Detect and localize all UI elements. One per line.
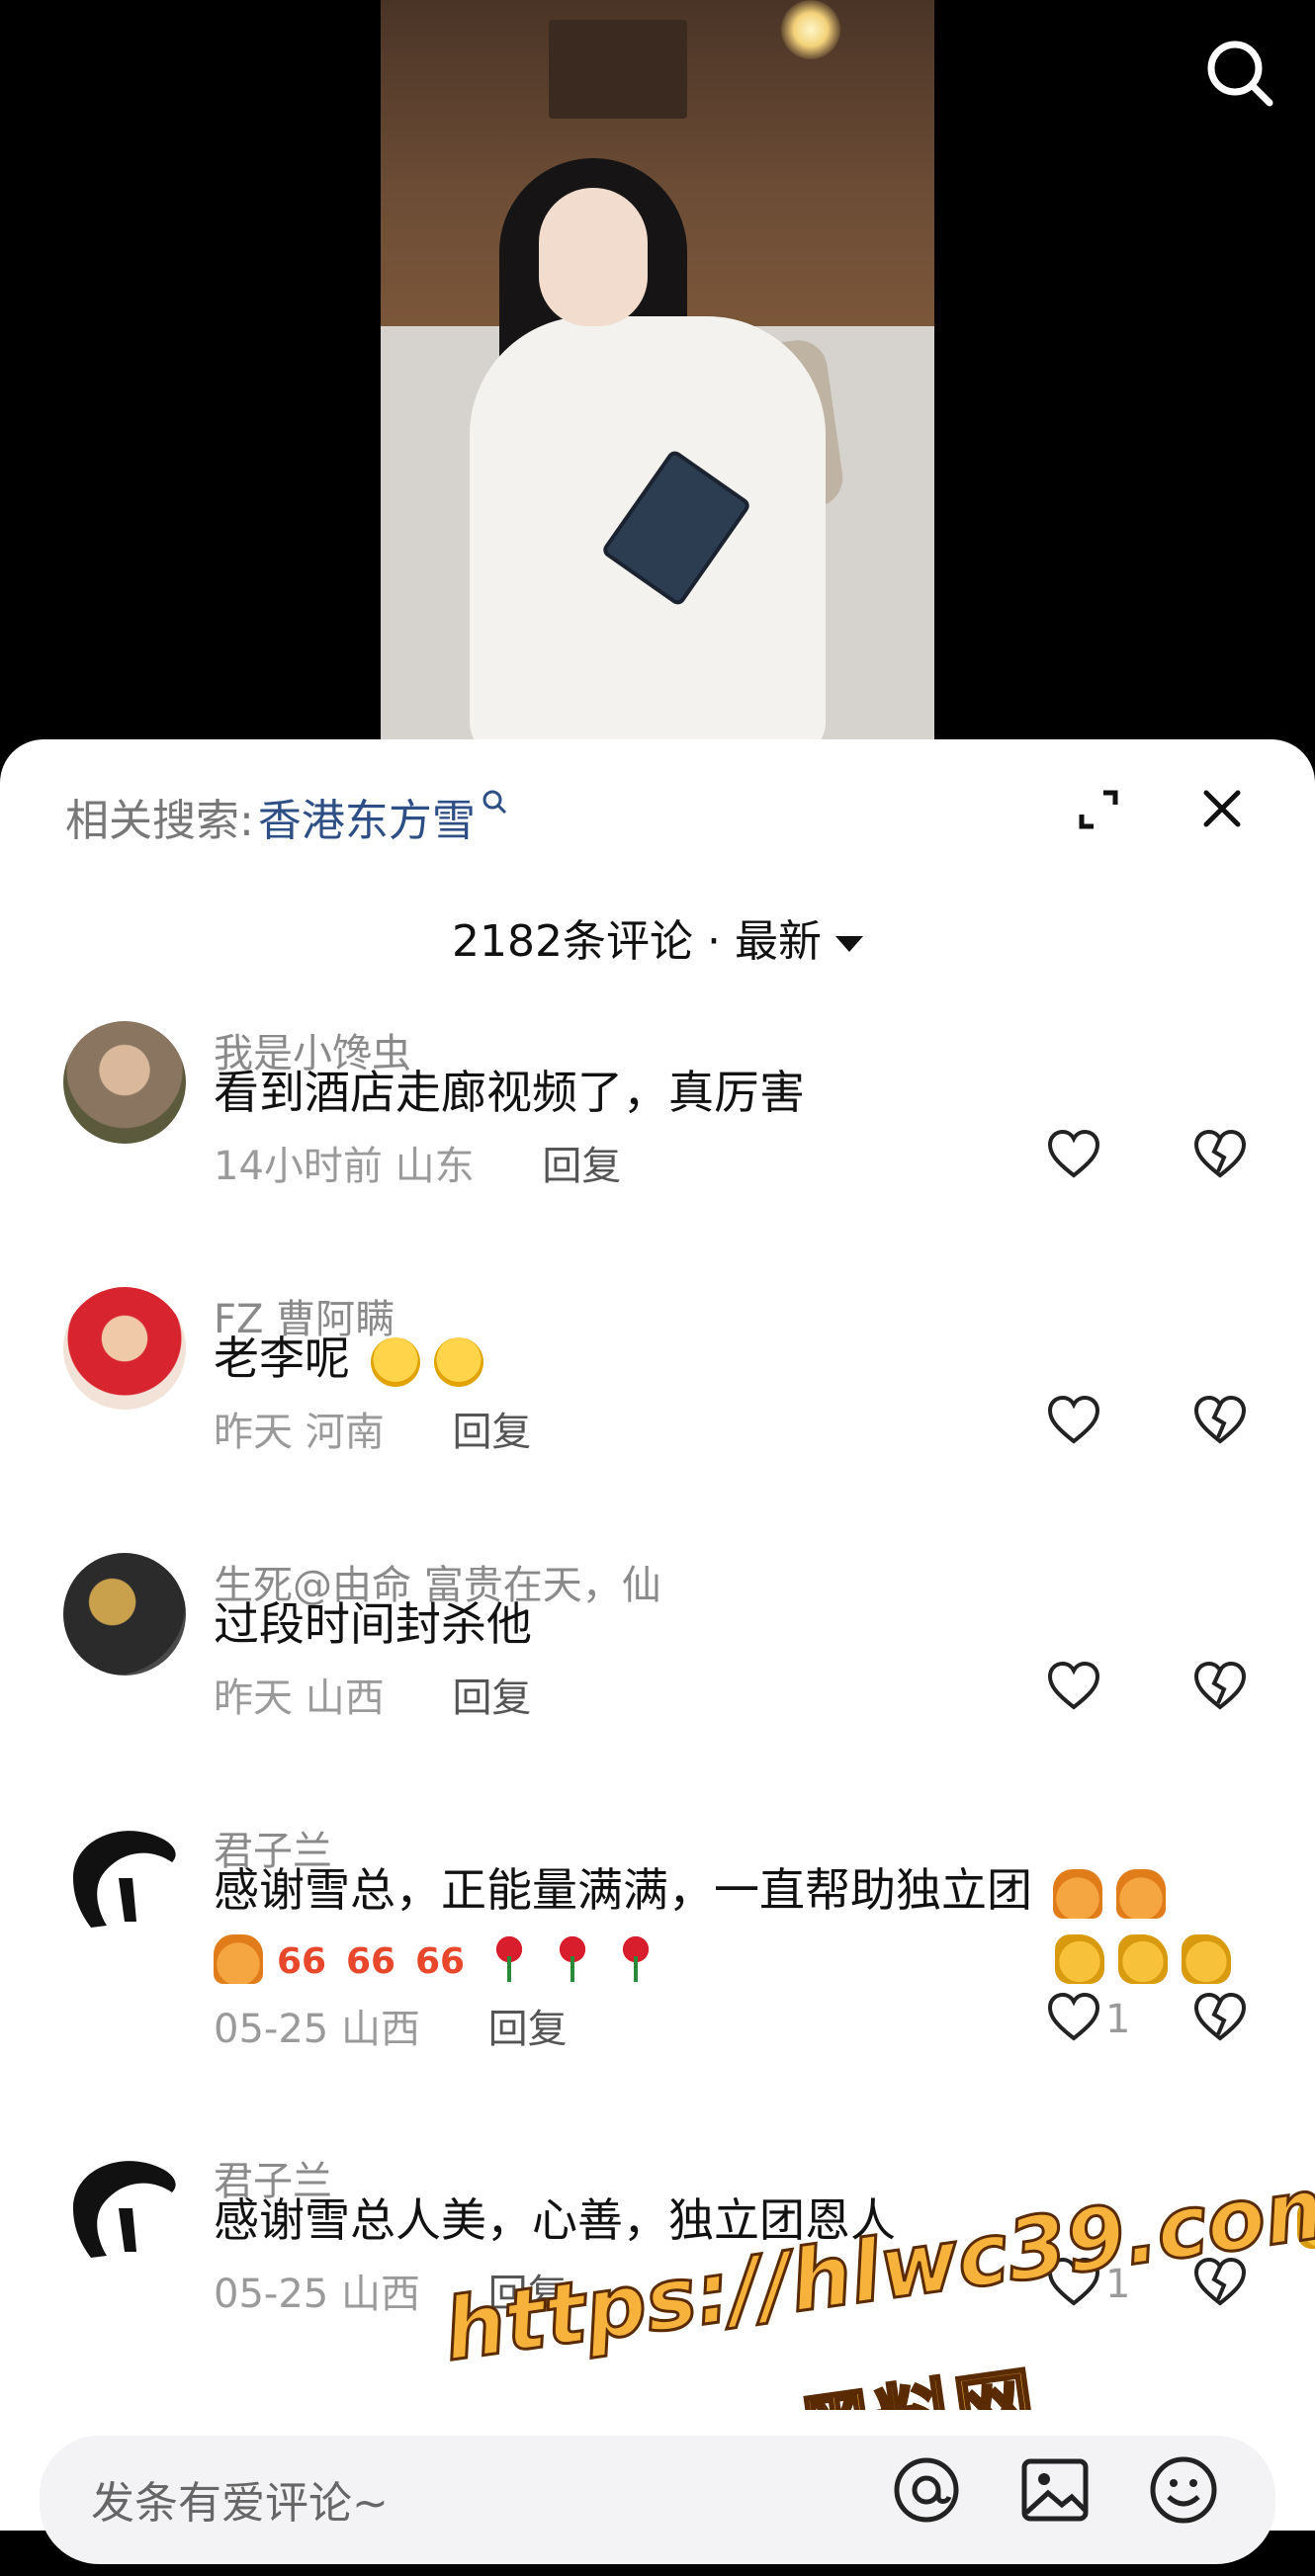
avatar[interactable] xyxy=(63,1021,186,1144)
comment-location: 河南 xyxy=(305,1410,385,1455)
comment-meta: 14小时前 山东 回复 xyxy=(214,1134,621,1191)
search-button[interactable] xyxy=(1202,36,1277,111)
emoji-icon[interactable] xyxy=(1147,2453,1220,2527)
reply-button[interactable]: 回复 xyxy=(452,1410,531,1455)
avatar[interactable] xyxy=(63,1287,186,1410)
heart-icon[interactable] xyxy=(1046,1394,1101,1449)
comment-location: 山东 xyxy=(394,1144,475,1189)
search-icon xyxy=(1207,41,1273,107)
sixsixsix-emoji-icon xyxy=(277,1931,332,1994)
heart-icon[interactable] xyxy=(1046,1991,1101,2046)
comment-time: 昨天 xyxy=(214,1675,293,1721)
comment-time: 05-25 xyxy=(214,2007,329,2052)
video-thumbnail xyxy=(381,0,934,761)
avatar-image xyxy=(73,2161,176,2258)
avatar[interactable] xyxy=(63,1553,186,1675)
avatar[interactable] xyxy=(63,2149,186,2272)
comment-location: 山西 xyxy=(340,2007,420,2052)
comment-meta: 昨天 河南 回复 xyxy=(214,1400,531,1457)
related-search[interactable]: 相关搜索:香港东方雪 xyxy=(65,785,507,848)
like-count: 1 xyxy=(1105,1997,1131,2042)
at-icon[interactable] xyxy=(890,2453,963,2527)
rose-emoji-icon xyxy=(484,1933,534,1984)
image-icon[interactable] xyxy=(1018,2453,1092,2527)
video-player[interactable] xyxy=(0,0,1315,761)
smile-emoji-icon xyxy=(370,1336,420,1387)
heart-icon[interactable] xyxy=(1046,1660,1101,1715)
pray-emoji-icon xyxy=(1115,1868,1166,1919)
avatar-image xyxy=(73,1831,176,1928)
broken-heart-icon[interactable] xyxy=(1192,1394,1248,1449)
comment-text: 看到酒店走廊视频了，真厉害 xyxy=(214,1066,805,1119)
sort-label[interactable]: 最新 xyxy=(735,916,822,967)
thumbs-up-emoji-icon xyxy=(1182,1933,1231,1984)
separator: · xyxy=(706,916,721,967)
heart-icon[interactable] xyxy=(1046,1128,1101,1183)
comment-meta: 05-25 山西 回复 xyxy=(214,1997,568,2054)
broken-heart-icon[interactable] xyxy=(1192,1991,1248,2046)
thumbs-up-emoji-icon xyxy=(1118,1933,1168,1984)
chevron-down-icon[interactable] xyxy=(834,936,863,952)
reply-button[interactable]: 回复 xyxy=(452,1675,531,1721)
comment-time: 昨天 xyxy=(214,1410,293,1455)
comment-location: 山西 xyxy=(340,2272,420,2317)
comment-count-sort[interactable]: 2182条评论 · 最新 xyxy=(0,905,1315,969)
comment-location: 山西 xyxy=(305,1675,385,1721)
pray-emoji-icon xyxy=(1052,1868,1102,1919)
pray-emoji-icon xyxy=(214,1933,263,1984)
search-icon xyxy=(482,790,506,815)
rose-emoji-icon xyxy=(611,1933,660,1984)
broken-heart-icon[interactable] xyxy=(1192,1128,1248,1183)
comment-input-placeholder[interactable]: 发条有爱评论~ xyxy=(91,2467,389,2531)
related-search-label: 相关搜索: xyxy=(65,796,254,846)
avatar[interactable] xyxy=(63,1819,186,1941)
comment-input-bar: 发条有爱评论~ xyxy=(0,2410,1315,2564)
reply-button[interactable]: 回复 xyxy=(488,2007,568,2052)
comment-text: 过段时间封杀他 xyxy=(214,1597,532,1651)
smile-emoji-icon xyxy=(433,1336,483,1387)
comment-meta: 昨天 山西 回复 xyxy=(214,1666,531,1723)
close-button[interactable] xyxy=(1198,785,1246,832)
sixsixsix-emoji-icon xyxy=(415,1931,471,1994)
rose-emoji-icon xyxy=(548,1933,597,1984)
comment-emoji-line xyxy=(214,1924,1231,1994)
related-search-keyword[interactable]: 香港东方雪 xyxy=(258,796,476,846)
thumbs-up-emoji-icon xyxy=(1055,1933,1104,1984)
expand-button[interactable] xyxy=(1076,787,1121,832)
comment-text: 老李呢 xyxy=(214,1327,497,1390)
close-icon xyxy=(1203,790,1241,827)
sixsixsix-emoji-icon xyxy=(346,1931,401,1994)
comment-count: 2182条评论 xyxy=(452,916,693,967)
comment-time: 14小时前 xyxy=(214,1144,383,1189)
comment-text: 感谢雪总，正能量满满，一直帮助独立团 xyxy=(214,1858,1180,1922)
broken-heart-icon[interactable] xyxy=(1192,1660,1248,1715)
reply-button[interactable]: 回复 xyxy=(542,1144,621,1189)
comment-time: 05-25 xyxy=(214,2272,329,2317)
expand-icon xyxy=(1079,790,1118,829)
